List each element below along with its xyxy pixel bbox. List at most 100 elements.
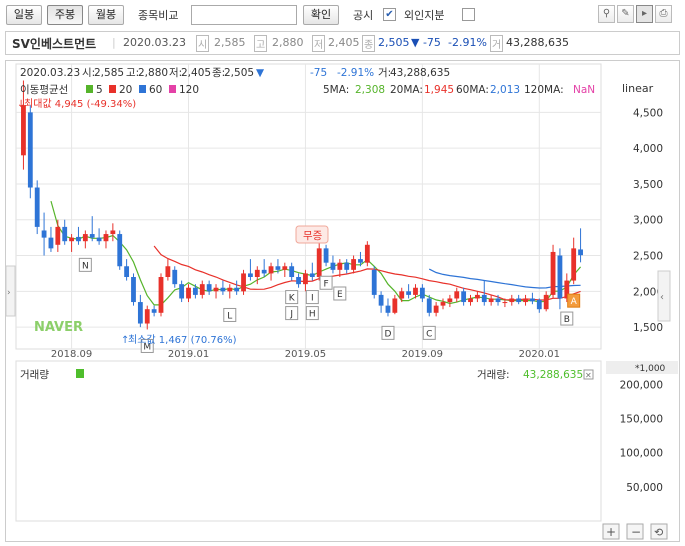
ma-legend-title: 이동평균선 — [20, 84, 68, 96]
candle-body — [96, 237, 102, 242]
price-tick-label: 2,500 — [633, 251, 663, 263]
minus-icon: − — [631, 525, 641, 539]
marker-label: L — [227, 311, 232, 321]
candle-body — [351, 259, 356, 270]
ma5-value-label: 5MA: — [323, 84, 349, 96]
print-icon[interactable]: ⎙ — [655, 5, 672, 23]
cursor-tool-icon[interactable]: ▸ — [636, 5, 653, 23]
time-tick-label: 2019.01 — [168, 349, 209, 360]
candle-body — [578, 249, 583, 256]
naver-watermark: NAVER — [34, 320, 83, 335]
open-icon: 시 — [196, 35, 210, 52]
chevron-right-icon: ‹ — [660, 292, 664, 303]
marker-label: A — [571, 297, 578, 307]
price-tick-label: 3,500 — [633, 179, 663, 191]
disclosure-checkbox[interactable]: ✔ — [383, 8, 396, 21]
weekly-button[interactable]: 주봉 — [47, 5, 83, 25]
candle-body — [543, 294, 549, 310]
candle-body — [144, 309, 150, 324]
candle-body — [48, 237, 54, 249]
candle-body — [426, 298, 432, 313]
candle-body — [55, 226, 61, 245]
ma60-value-label: 60MA: — [456, 84, 489, 96]
plus-icon: + — [606, 525, 616, 539]
marker-label: F — [323, 279, 328, 289]
candle-body — [481, 294, 487, 303]
candle-body — [468, 298, 473, 303]
marker-label: I — [311, 294, 314, 304]
ma5-swatch — [86, 85, 93, 93]
candle-body — [371, 269, 377, 295]
event-badge-label: 무증 — [303, 230, 323, 242]
stock-info-bar: SV인베스트먼트 | 2020.03.23 시 2,585 고 2,880 저 … — [5, 31, 680, 55]
candle-body — [454, 291, 460, 299]
volume-readout-label: 거래량: — [477, 369, 510, 381]
candle-body — [392, 298, 398, 313]
stock-name: SV인베스트먼트 — [12, 37, 97, 51]
candle-body — [303, 273, 308, 285]
candle-body — [344, 262, 350, 270]
candle-body — [199, 284, 205, 295]
close-icon: 종 — [362, 35, 376, 52]
high-icon: 고 — [254, 35, 268, 52]
draw-tool-icon[interactable]: ✎ — [617, 5, 634, 23]
price-tick-label: 1,500 — [633, 322, 663, 334]
candle-body — [557, 255, 563, 299]
candle-body — [137, 302, 143, 324]
candle-body — [103, 234, 109, 242]
monthly-button[interactable]: 월봉 — [88, 5, 124, 25]
candle-body — [419, 287, 425, 299]
stock-volume: 43,288,635 — [506, 36, 569, 49]
volume-tick-label: 150,000 — [620, 414, 663, 426]
low-icon: 저 — [312, 35, 326, 52]
volume-unit: *1,000 — [635, 364, 666, 374]
confirm-button[interactable]: 확인 — [303, 5, 339, 25]
header-arrow: ▼ — [256, 67, 265, 79]
candle-body — [89, 234, 95, 238]
marker-label: C — [426, 329, 432, 339]
candle-body — [179, 284, 185, 299]
candle-body — [530, 298, 535, 302]
candle-body — [550, 251, 556, 295]
time-axis: 2018.09 2019.01 2019.05 2019.09 2020.01 — [51, 349, 560, 360]
candle-body — [309, 273, 315, 277]
foreign-ratio-checkbox[interactable] — [462, 8, 475, 21]
ma20-swatch — [109, 85, 116, 93]
header-low: 2,405 — [181, 67, 211, 79]
candle-body — [536, 299, 542, 310]
time-tick-label: 2019.09 — [402, 349, 443, 360]
volume-tick-label: 200,000 — [620, 379, 663, 391]
daily-button[interactable]: 일봉 — [6, 5, 42, 25]
candle-body — [330, 262, 336, 270]
candle-body — [495, 298, 501, 303]
stock-chart[interactable]: NMLKJIHFED CBA 1,5002,0002,5003,0003,5004… — [5, 61, 681, 543]
ma5-value: 2,308 — [355, 84, 385, 96]
indicator-settings-icon[interactable]: ⚲ — [598, 5, 615, 23]
time-tick-label: 2018.09 — [51, 349, 92, 360]
candle-body — [268, 266, 274, 274]
candle-body — [523, 298, 528, 303]
header-change: -75 — [310, 67, 327, 79]
candle-body — [364, 244, 370, 263]
price-tick-label: 4,000 — [633, 143, 663, 155]
ma60-swatch — [139, 85, 146, 93]
price-tick-label: 4,500 — [633, 107, 663, 119]
candle-body — [275, 266, 281, 270]
toolbar: 일봉 주봉 월봉 종목비교 확인 공시 ✔ 외인지분 ⚲ ✎ ▸ ⎙ — [0, 0, 685, 30]
ma120-swatch — [169, 85, 176, 93]
compare-input[interactable] — [191, 5, 297, 25]
chart-container[interactable]: NMLKJIHFEDCBA 1,500 2,000 2,500 3,000 3,500 4… — [5, 60, 680, 542]
candle-body — [124, 266, 130, 277]
scale-label[interactable]: linear — [622, 82, 654, 95]
candle-body — [502, 302, 508, 304]
candle-body — [62, 226, 68, 242]
candle-body — [151, 309, 157, 313]
marker-label: B — [564, 315, 570, 325]
candle-body — [254, 269, 260, 277]
ma120-value-label: 120MA: — [524, 84, 564, 96]
candle-body — [117, 234, 123, 267]
ma120-value: NaN — [573, 84, 595, 96]
ma120-legend: 120 — [179, 84, 199, 96]
chevron-left-icon: › — [7, 288, 11, 298]
stock-change-pct: -2.91% — [448, 36, 487, 49]
